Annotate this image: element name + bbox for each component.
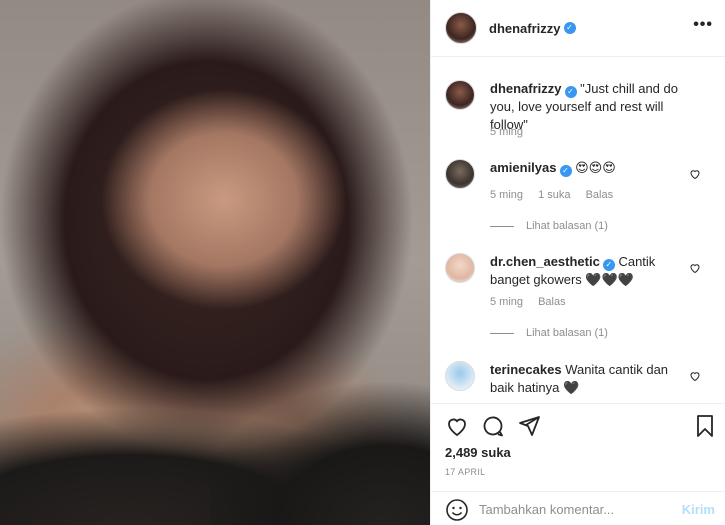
commenter-avatar[interactable] bbox=[445, 159, 475, 189]
replies-line bbox=[490, 332, 514, 334]
commenter-avatar[interactable] bbox=[445, 361, 475, 391]
heart-icon[interactable] bbox=[689, 370, 701, 382]
comment-text-block: terinecakes Wanita cantik dan baik hatin… bbox=[490, 361, 685, 397]
more-icon[interactable]: ••• bbox=[693, 17, 713, 33]
comment-text-block: dr.chen_aesthetic ✓ Cantik banget gkowers… bbox=[490, 253, 685, 289]
verified-icon: ✓ bbox=[564, 86, 577, 98]
caption-avatar[interactable] bbox=[445, 80, 475, 110]
comment-reply-button[interactable]: Balas bbox=[538, 296, 566, 308]
verified-icon: ✓ bbox=[563, 22, 576, 34]
instagram-post: dhenafrizzy ✓ ••• dhenafrizzy ✓ "Just chi… bbox=[0, 0, 725, 525]
post-photo[interactable] bbox=[0, 0, 430, 525]
post-header: dhenafrizzy ✓ ••• bbox=[431, 0, 725, 57]
heart-icon[interactable] bbox=[689, 168, 701, 180]
view-replies-button[interactable]: Lihat balasan (1) bbox=[490, 220, 608, 232]
comment-icon[interactable] bbox=[481, 414, 505, 438]
share-icon[interactable] bbox=[517, 414, 541, 438]
comment-username[interactable]: amienilyas bbox=[490, 160, 557, 175]
view-replies-label: Lihat balasan (1) bbox=[526, 327, 608, 339]
comment-text-block: amienilyas ✓ 😍😍😍 bbox=[490, 159, 685, 177]
add-comment-input[interactable] bbox=[479, 502, 669, 517]
caption-username[interactable]: dhenafrizzy bbox=[490, 81, 562, 96]
verified-icon: ✓ bbox=[559, 165, 572, 177]
comment-reply-button[interactable]: Balas bbox=[586, 189, 614, 201]
comment-text: 😍😍😍 bbox=[575, 160, 616, 175]
post-actions: 2,489 suka 17 APRIL Kirim bbox=[431, 403, 725, 525]
like-count[interactable]: 2,489 suka bbox=[445, 445, 511, 460]
comment-meta: 5 ming 1 suka Balas bbox=[490, 189, 625, 201]
comment-username[interactable]: dr.chen_aesthetic bbox=[490, 254, 600, 269]
post-date[interactable]: 17 APRIL bbox=[445, 467, 485, 477]
comment-meta: 5 ming Balas bbox=[490, 296, 578, 308]
caption-meta: 5 ming bbox=[490, 126, 535, 138]
view-replies-button[interactable]: Lihat balasan (1) bbox=[490, 327, 608, 339]
heart-icon[interactable] bbox=[445, 414, 469, 438]
post-comment-button[interactable]: Kirim bbox=[682, 502, 715, 517]
caption-time[interactable]: 5 ming bbox=[490, 126, 523, 138]
heart-icon[interactable] bbox=[689, 262, 701, 274]
view-replies-label: Lihat balasan (1) bbox=[526, 220, 608, 232]
add-comment-bar: Kirim bbox=[431, 491, 725, 525]
emoji-icon[interactable] bbox=[445, 498, 469, 522]
bookmark-icon[interactable] bbox=[693, 414, 717, 438]
comment-time[interactable]: 5 ming bbox=[490, 296, 523, 308]
commenter-avatar[interactable] bbox=[445, 253, 475, 283]
photo-dress-shape-right bbox=[210, 345, 430, 525]
comment-likes[interactable]: 1 suka bbox=[538, 189, 570, 201]
comments-list[interactable]: dhenafrizzy ✓ "Just chill and do you, lov… bbox=[431, 58, 725, 402]
verified-icon: ✓ bbox=[602, 259, 615, 271]
replies-line bbox=[490, 225, 514, 227]
author-avatar[interactable] bbox=[445, 12, 477, 44]
post-side-panel: dhenafrizzy ✓ ••• dhenafrizzy ✓ "Just chi… bbox=[430, 0, 725, 525]
comment-username[interactable]: terinecakes bbox=[490, 362, 562, 377]
comment-time[interactable]: 5 ming bbox=[490, 189, 523, 201]
author-username[interactable]: dhenafrizzy bbox=[489, 21, 561, 36]
